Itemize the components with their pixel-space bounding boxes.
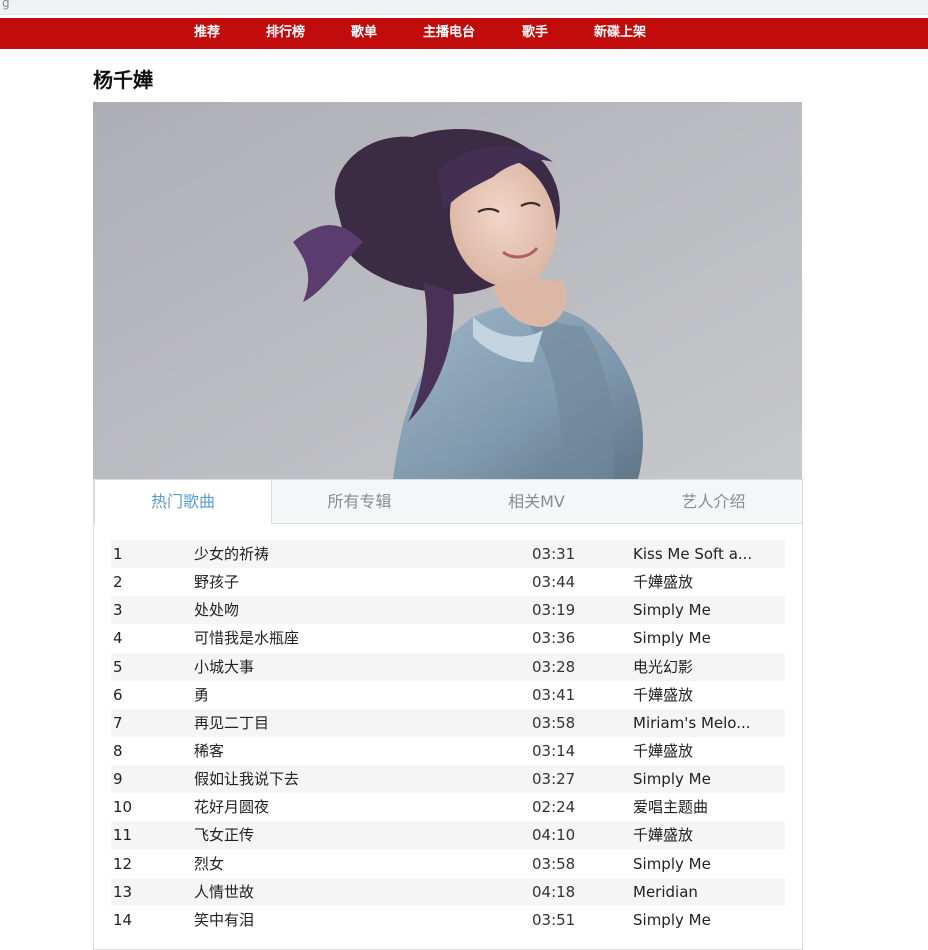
song-index: 13	[113, 882, 133, 901]
tab-bar: 热门歌曲 所有专辑 相关MV 艺人介绍	[94, 479, 802, 524]
song-title[interactable]: 花好月圆夜	[194, 793, 269, 821]
song-title[interactable]: 野孩子	[194, 568, 239, 596]
song-row[interactable]: 9 假如让我说下去 03:27 Simply Me	[111, 765, 785, 794]
song-album[interactable]: Simply Me	[633, 765, 758, 793]
song-row[interactable]: 4 可惜我是水瓶座 03:36 Simply Me	[111, 624, 785, 652]
song-duration: 04:10	[532, 826, 576, 845]
artist-name: 杨千嬅	[93, 68, 153, 92]
song-title[interactable]: 飞女正传	[194, 821, 254, 849]
song-duration: 03:41	[532, 685, 576, 704]
song-album[interactable]: Kiss Me Soft a...	[633, 540, 758, 568]
song-album[interactable]: Simply Me	[633, 906, 758, 934]
song-row[interactable]: 7 再见二丁目 03:58 Miriam's Melo...	[111, 708, 785, 737]
song-title[interactable]: 人情世故	[194, 878, 254, 906]
song-row[interactable]: 6 勇 03:41 千嬅盛放	[111, 681, 785, 709]
nav-item-artists[interactable]: 歌手	[522, 18, 548, 49]
song-index: 7	[113, 713, 123, 732]
song-index: 10	[113, 798, 133, 817]
song-title[interactable]: 烈女	[194, 850, 224, 878]
song-album[interactable]: Simply Me	[633, 596, 758, 624]
song-album[interactable]: 千嬅盛放	[633, 821, 758, 849]
tab-hot-songs[interactable]: 热门歌曲	[94, 480, 272, 524]
song-title[interactable]: 可惜我是水瓶座	[194, 624, 299, 652]
song-index: 9	[113, 770, 123, 789]
song-duration: 03:27	[532, 770, 576, 789]
song-duration: 03:58	[532, 713, 576, 732]
corner-mark: g	[2, 0, 10, 10]
song-duration: 03:58	[532, 854, 576, 873]
song-title[interactable]: 处处吻	[194, 596, 239, 624]
song-index: 8	[113, 741, 123, 760]
song-row[interactable]: 14 笑中有泪 03:51 Simply Me	[111, 906, 785, 934]
artist-photo-image	[93, 102, 802, 479]
song-duration: 03:36	[532, 629, 576, 648]
song-album[interactable]: 千嬅盛放	[633, 737, 758, 765]
song-row[interactable]: 3 处处吻 03:19 Simply Me	[111, 596, 785, 625]
nav-item-recommend[interactable]: 推荐	[194, 18, 220, 49]
song-row[interactable]: 12 烈女 03:58 Simply Me	[111, 850, 785, 878]
song-duration: 03:19	[532, 601, 576, 620]
content-panel: 热门歌曲 所有专辑 相关MV 艺人介绍 1 少女的祈祷 03:31 Kiss M…	[93, 479, 803, 950]
nav-item-new-albums[interactable]: 新碟上架	[594, 18, 646, 49]
song-list: 1 少女的祈祷 03:31 Kiss Me Soft a... 2 野孩子 03…	[111, 540, 785, 934]
song-album[interactable]: Meridian	[633, 878, 758, 906]
song-album[interactable]: 爱唱主题曲	[633, 793, 758, 821]
song-title[interactable]: 笑中有泪	[194, 906, 254, 934]
song-duration: 03:44	[532, 573, 576, 592]
tab-artist-intro[interactable]: 艺人介绍	[625, 480, 802, 523]
tab-all-albums[interactable]: 所有专辑	[271, 480, 448, 523]
song-row[interactable]: 13 人情世故 04:18 Meridian	[111, 877, 785, 906]
song-album[interactable]: Miriam's Melo...	[633, 709, 758, 737]
song-row[interactable]: 1 少女的祈祷 03:31 Kiss Me Soft a...	[111, 540, 785, 569]
song-duration: 04:18	[532, 882, 576, 901]
song-index: 2	[113, 573, 123, 592]
song-album[interactable]: 千嬅盛放	[633, 681, 758, 709]
song-index: 11	[113, 826, 133, 845]
song-duration: 03:31	[532, 545, 576, 563]
nav-item-playlists[interactable]: 歌单	[351, 18, 377, 49]
song-index: 14	[113, 910, 133, 929]
song-row[interactable]: 2 野孩子 03:44 千嬅盛放	[111, 568, 785, 596]
song-title[interactable]: 勇	[194, 681, 209, 709]
song-album[interactable]: Simply Me	[633, 850, 758, 878]
nav-item-radio[interactable]: 主播电台	[423, 18, 475, 49]
song-index: 4	[113, 629, 123, 648]
song-title[interactable]: 少女的祈祷	[194, 540, 269, 568]
song-index: 6	[113, 685, 123, 704]
song-title[interactable]: 稀客	[194, 737, 224, 765]
song-title[interactable]: 再见二丁目	[194, 709, 269, 737]
song-duration: 02:24	[532, 798, 576, 817]
song-row[interactable]: 11 飞女正传 04:10 千嬅盛放	[111, 821, 785, 850]
song-duration: 03:28	[532, 657, 576, 676]
song-album[interactable]: Simply Me	[633, 624, 758, 652]
song-index: 12	[113, 854, 133, 873]
artist-photo	[93, 102, 802, 479]
tab-related-mv[interactable]: 相关MV	[448, 480, 625, 523]
song-duration: 03:51	[532, 910, 576, 929]
song-row[interactable]: 8 稀客 03:14 千嬅盛放	[111, 737, 785, 765]
nav-item-charts[interactable]: 排行榜	[266, 18, 305, 49]
song-index: 1	[113, 545, 123, 563]
song-index: 3	[113, 601, 123, 620]
main-nav: 推荐 排行榜 歌单 主播电台 歌手 新碟上架	[0, 18, 928, 49]
song-row[interactable]: 10 花好月圆夜 02:24 爱唱主题曲	[111, 793, 785, 821]
browser-top-strip: g	[0, 0, 928, 15]
song-title[interactable]: 小城大事	[194, 653, 254, 681]
song-row[interactable]: 5 小城大事 03:28 电光幻影	[111, 652, 785, 681]
song-title[interactable]: 假如让我说下去	[194, 765, 299, 793]
song-index: 5	[113, 657, 123, 676]
song-album[interactable]: 电光幻影	[633, 653, 758, 681]
song-album[interactable]: 千嬅盛放	[633, 568, 758, 596]
song-duration: 03:14	[532, 741, 576, 760]
